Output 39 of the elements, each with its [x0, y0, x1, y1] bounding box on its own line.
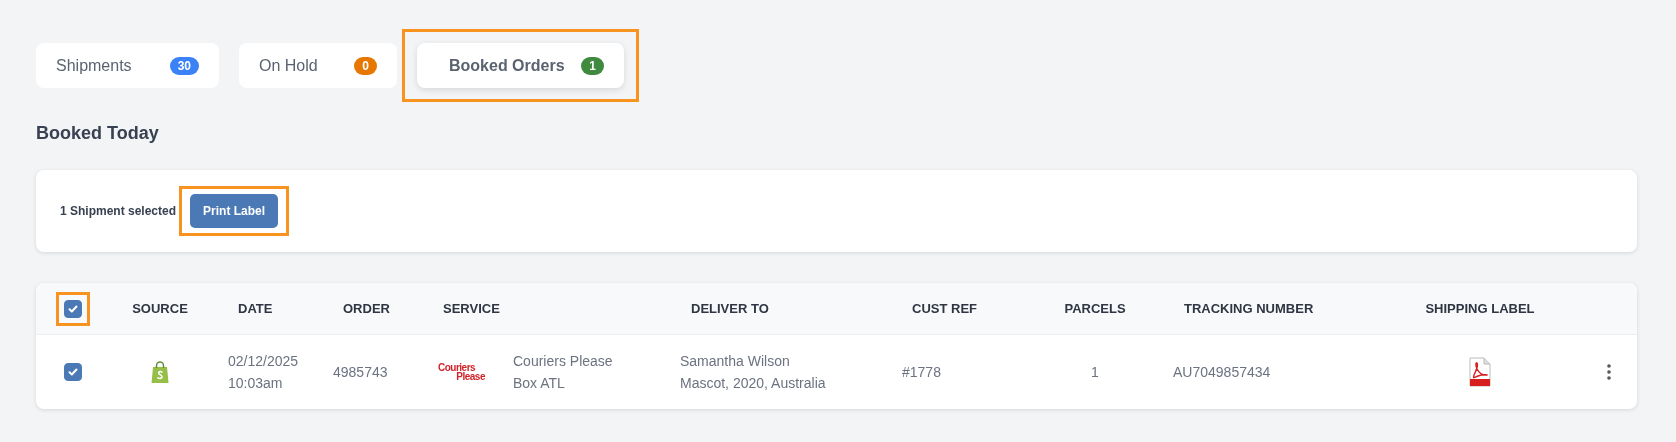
count-badge: 0	[354, 56, 377, 75]
row-checkbox[interactable]	[64, 363, 82, 381]
service-option: Box ATL	[513, 374, 565, 392]
selection-summary: 1 Shipment selected	[60, 204, 177, 218]
customer-reference: #1778	[902, 363, 941, 381]
column-header: ORDER	[343, 301, 390, 316]
service-name: Couriers Please	[513, 352, 613, 370]
recipient-address: Mascot, 2020, Australia	[680, 374, 826, 392]
order-number: 4985743	[333, 363, 388, 381]
more-options-icon[interactable]	[1606, 364, 1611, 380]
tab-label: Shipments	[56, 56, 132, 75]
tab-label: Booked Orders	[449, 56, 565, 75]
print-label-button[interactable]: Print Label	[190, 194, 279, 228]
column-header: TRACKING NUMBER	[1184, 301, 1314, 316]
tab[interactable]: Shipments 30	[36, 43, 219, 88]
date-text: 02/12/2025	[228, 352, 299, 370]
column-header: SERVICE	[443, 301, 500, 316]
shopping-bag-icon	[150, 360, 170, 384]
parcel-count: 1	[1091, 363, 1099, 381]
column-header: PARCELS	[1064, 301, 1126, 316]
column-header: DELIVER TO	[691, 301, 769, 316]
tab-label: On Hold	[259, 56, 318, 75]
pdf-file-icon[interactable]	[1468, 357, 1492, 387]
section-title: Booked Today	[36, 123, 160, 145]
column-header: DATE	[238, 301, 273, 316]
count-badge: 30	[169, 56, 199, 75]
column-header: CUST REF	[912, 301, 977, 316]
time-text: 10:03am	[228, 374, 283, 392]
checkmark-icon	[67, 366, 79, 378]
recipient-name: Samantha Wilson	[680, 352, 790, 370]
column-header: SHIPPING LABEL	[1425, 301, 1535, 316]
count-badge: 1	[581, 56, 604, 75]
tracking-number: AU7049857434	[1173, 363, 1271, 381]
column-header: SOURCE	[132, 301, 188, 316]
tab[interactable]: Booked Orders 1	[417, 43, 624, 88]
courier-logo: Couriers Please	[438, 363, 485, 381]
checkmark-icon	[67, 302, 79, 315]
tab[interactable]: On Hold 0	[239, 43, 397, 88]
select-all-checkbox[interactable]	[64, 299, 82, 318]
